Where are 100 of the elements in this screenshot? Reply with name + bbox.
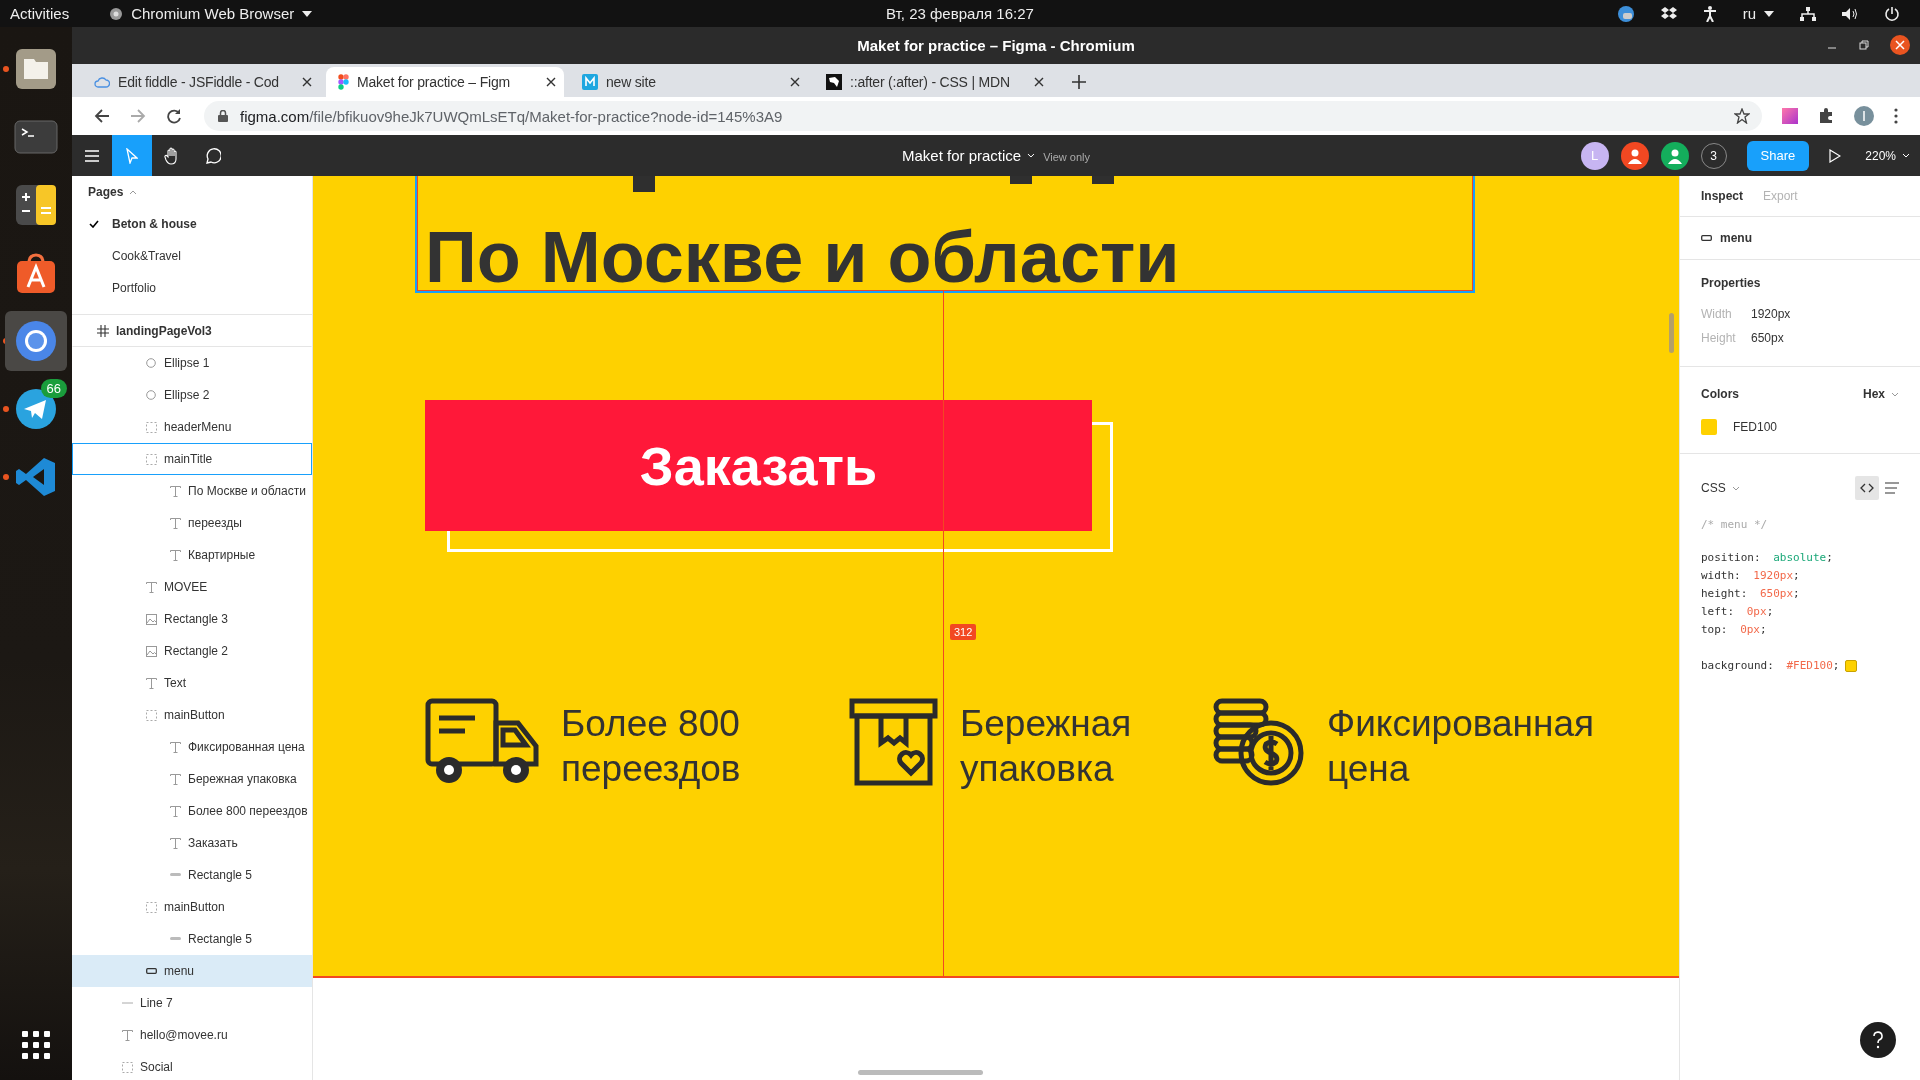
puzzle-icon[interactable] bbox=[1818, 108, 1834, 124]
code-view-icon[interactable] bbox=[1855, 476, 1879, 500]
layer-item[interactable]: Rectangle 3 bbox=[72, 603, 312, 635]
comment-icon bbox=[203, 147, 221, 164]
help-icon[interactable] bbox=[1860, 1022, 1896, 1058]
app-menu[interactable]: Chromium Web Browser bbox=[109, 5, 313, 22]
profile-icon[interactable] bbox=[1854, 106, 1874, 126]
checkmark-icon bbox=[89, 220, 99, 228]
app-grid-icon[interactable] bbox=[21, 1030, 51, 1060]
user-avatar[interactable] bbox=[1620, 141, 1649, 170]
chat-icon[interactable] bbox=[1616, 4, 1635, 23]
layer-item[interactable]: mainButton bbox=[72, 699, 312, 731]
zoom-menu[interactable]: 220% bbox=[1865, 148, 1910, 163]
browser-tab[interactable]: new site bbox=[570, 67, 808, 97]
user-avatar[interactable] bbox=[1660, 141, 1689, 170]
layer-item[interactable]: Фиксированная цена bbox=[72, 731, 312, 763]
layer-item[interactable]: menu bbox=[72, 955, 312, 987]
bar-icon bbox=[169, 937, 181, 941]
text-icon bbox=[169, 741, 181, 753]
layer-item[interactable]: headerMenu bbox=[72, 411, 312, 443]
close-icon[interactable] bbox=[302, 77, 312, 87]
bar-icon bbox=[169, 873, 181, 877]
clock[interactable]: Вт, 23 февраля 16:27 bbox=[886, 5, 1034, 22]
layer-item[interactable]: Ellipse 2 bbox=[72, 379, 312, 411]
circle-icon bbox=[146, 390, 156, 400]
list-view-icon[interactable] bbox=[1885, 482, 1899, 494]
layer-item[interactable]: landingPageVol3 bbox=[72, 315, 312, 347]
layer-item[interactable]: По Москве и области bbox=[72, 475, 312, 507]
layer-item[interactable]: Rectangle 5 bbox=[72, 923, 312, 955]
dock-app[interactable] bbox=[5, 311, 67, 371]
scrollbar[interactable] bbox=[858, 1070, 983, 1075]
text-icon bbox=[121, 1029, 133, 1041]
color-format-menu[interactable]: Hex bbox=[1863, 387, 1899, 401]
text-icon bbox=[169, 773, 181, 785]
dropbox-icon[interactable] bbox=[1660, 6, 1677, 21]
volume-icon[interactable] bbox=[1842, 6, 1858, 21]
panel-tab[interactable]: Inspect bbox=[1701, 189, 1743, 203]
access-label: View only bbox=[1043, 151, 1091, 163]
dock-app[interactable]: 66 bbox=[5, 379, 67, 439]
page-item[interactable]: Beton & house bbox=[72, 208, 312, 240]
page-item[interactable]: Cook&Travel bbox=[72, 240, 312, 272]
restore-icon[interactable] bbox=[1858, 39, 1870, 51]
menu-icon bbox=[84, 149, 100, 162]
play-icon[interactable] bbox=[1829, 148, 1842, 163]
section-heading: Colors bbox=[1701, 387, 1739, 401]
layer-item[interactable]: MOVEE bbox=[72, 571, 312, 603]
layer-item[interactable]: Social bbox=[72, 1051, 312, 1080]
power-icon[interactable] bbox=[1884, 5, 1900, 22]
activities-button[interactable]: Activities bbox=[10, 5, 70, 22]
layer-item[interactable]: Бережная упаковка bbox=[72, 763, 312, 795]
close-icon[interactable] bbox=[1034, 77, 1044, 87]
layer-item[interactable]: Заказать bbox=[72, 827, 312, 859]
layer-item[interactable]: переезды bbox=[72, 507, 312, 539]
page-item[interactable]: Portfolio bbox=[72, 272, 312, 304]
layer-item[interactable]: Ellipse 1 bbox=[72, 347, 312, 379]
browser-tab[interactable]: Edit fiddle - JSFiddle - Cod bbox=[82, 67, 320, 97]
dashed-square-icon bbox=[145, 709, 157, 721]
layer-item[interactable]: mainButton bbox=[72, 891, 312, 923]
grid-icon bbox=[97, 325, 109, 337]
chevron-icon bbox=[129, 189, 138, 195]
close-icon[interactable] bbox=[546, 77, 556, 87]
close-icon[interactable] bbox=[790, 77, 800, 87]
color-swatch bbox=[1845, 660, 1858, 672]
code-language-menu[interactable]: CSS bbox=[1701, 481, 1740, 495]
bookmark-star-icon[interactable] bbox=[1734, 108, 1750, 124]
layer-item[interactable]: Квартирные bbox=[72, 539, 312, 571]
layer-item[interactable]: Rectangle 2 bbox=[72, 635, 312, 667]
main-heading: По Москве и области bbox=[425, 216, 1180, 298]
address-field[interactable]: figma.com/file/bfikuov9heJk7UWQmLsETq/Maket-for-practice?node-id=145%3A9 bbox=[204, 101, 1762, 131]
layer-item[interactable]: Text bbox=[72, 667, 312, 699]
dashed-square-icon bbox=[121, 1061, 133, 1073]
text-icon bbox=[169, 837, 181, 849]
line-icon bbox=[121, 1002, 133, 1004]
network-icon[interactable] bbox=[1800, 6, 1816, 21]
more-icon[interactable] bbox=[1894, 108, 1898, 124]
back-icon[interactable] bbox=[94, 108, 110, 124]
feature-caption: Бережная упаковка bbox=[960, 702, 1132, 791]
file-name-menu[interactable]: Maket for practice bbox=[901, 147, 1036, 164]
pages-header[interactable]: Pages bbox=[72, 176, 138, 208]
layer-item[interactable]: Rectangle 5 bbox=[72, 859, 312, 891]
layer-item[interactable]: mainTitle bbox=[72, 443, 312, 475]
caret-icon bbox=[1764, 10, 1774, 17]
browser-tab[interactable]: ::after (:after) - CSS | MDN bbox=[814, 67, 1052, 97]
menu-layer-icon bbox=[1701, 235, 1712, 241]
code-line: background: #FED100; bbox=[1701, 658, 1840, 674]
close-icon[interactable] bbox=[1890, 35, 1910, 55]
section-heading: Properties bbox=[1701, 276, 1762, 290]
browser-tab[interactable]: Maket for practice – Figm bbox=[326, 67, 564, 97]
layer-item[interactable]: hello@movee.ru bbox=[72, 1019, 312, 1051]
chevron-icon bbox=[1902, 153, 1910, 158]
accessibility-icon[interactable] bbox=[1702, 5, 1717, 22]
color-swatch[interactable] bbox=[1701, 419, 1717, 435]
scrollbar[interactable] bbox=[1669, 313, 1674, 353]
reload-icon[interactable] bbox=[166, 108, 182, 124]
language-menu[interactable]: ru bbox=[1742, 5, 1774, 22]
layer-item[interactable]: Line 7 bbox=[72, 987, 312, 1019]
code-line: height: 650px; bbox=[1701, 586, 1800, 602]
new-tab-icon[interactable] bbox=[1072, 75, 1086, 89]
layer-item[interactable]: Более 800 переездов bbox=[72, 795, 312, 827]
text-icon bbox=[145, 581, 157, 593]
